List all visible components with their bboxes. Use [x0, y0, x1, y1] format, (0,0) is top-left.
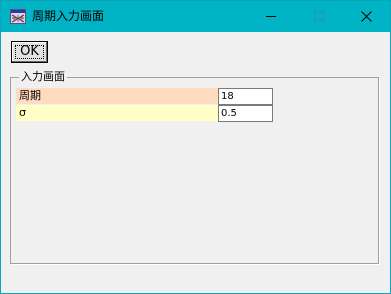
close-icon [361, 11, 372, 22]
sigma-input[interactable] [218, 105, 273, 122]
title-bar[interactable]: 周期入力画面 [1, 1, 390, 32]
sigma-label: σ [16, 105, 218, 121]
input-groupbox: 入力画面 周期 σ [10, 70, 379, 264]
ok-button-label: OK [20, 44, 39, 59]
dialog-app-icon [10, 9, 26, 24]
close-button[interactable] [344, 1, 390, 32]
dialog-window: 周期入力画面 OK 入力画面 周期 σ [0, 0, 391, 294]
period-label: 周期 [16, 88, 218, 104]
ok-button[interactable]: OK [11, 41, 48, 63]
groupbox-legend: 入力画面 [19, 70, 67, 84]
period-input[interactable] [218, 88, 273, 105]
maximize-icon [314, 11, 324, 21]
maximize-button[interactable] [297, 1, 343, 32]
minimize-button[interactable] [249, 1, 295, 32]
window-title: 周期入力画面 [32, 9, 105, 23]
minimize-icon [266, 16, 276, 17]
